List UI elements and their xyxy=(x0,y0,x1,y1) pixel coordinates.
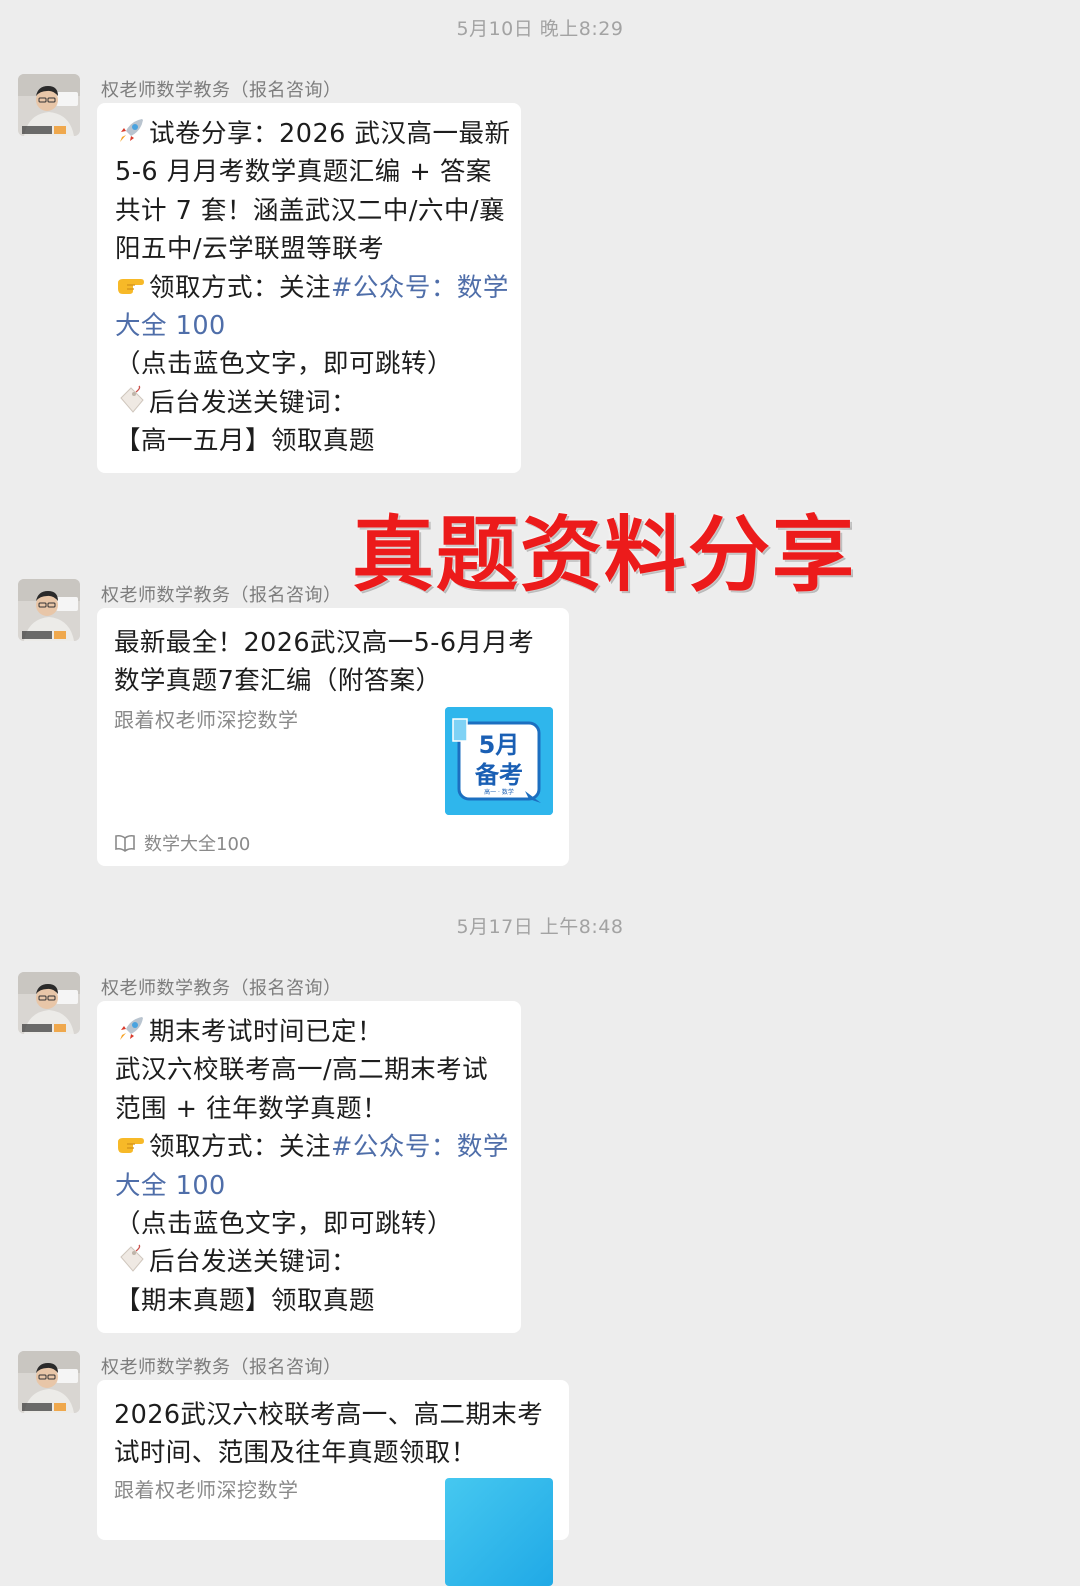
thumb-text-month: 5月 xyxy=(479,731,520,759)
pointing-hand-icon xyxy=(118,1138,144,1154)
timestamp: 5月17日 上午8:48 xyxy=(456,916,624,938)
sender-avatar[interactable] xyxy=(18,579,80,641)
official-account-link[interactable]: #公众号：数学 xyxy=(331,1132,509,1162)
sender-name: 权老师数学教务（报名咨询） xyxy=(101,978,342,999)
rocket-icon xyxy=(120,1017,143,1040)
rocket-icon xyxy=(120,119,143,142)
official-account-link[interactable]: 大全 100 xyxy=(115,1167,503,1205)
article-title: 最新最全！2026武汉高一5-6月月考 数学真题7套汇编（附答案） xyxy=(114,628,535,696)
pointing-hand-icon xyxy=(118,278,144,294)
article-thumbnail: 5月 备考 高一 · 数学 xyxy=(445,707,553,815)
official-account-link[interactable]: #公众号：数学 xyxy=(331,273,509,303)
article-card[interactable]: 最新最全！2026武汉高一5-6月月考 数学真题7套汇编（附答案） 跟着权老师深… xyxy=(97,608,569,866)
sender-avatar[interactable] xyxy=(18,1351,80,1413)
tag-icon xyxy=(120,1244,144,1273)
sender-name: 权老师数学教务（报名咨询） xyxy=(101,80,342,101)
book-icon xyxy=(115,834,135,852)
thumb-text-small: 高一 · 数学 xyxy=(484,788,514,796)
overlay-title: 真题资料分享 xyxy=(352,508,857,603)
article-source: 数学大全100 xyxy=(114,830,250,856)
tag-icon xyxy=(120,385,144,413)
text-message-bubble[interactable]: 期末考试时间已定！ 武汉六校联考高一/高二期末考试 范围 + 往年数学真题！ 领… xyxy=(97,1001,521,1333)
article-subtitle: 跟着权老师深挖数学 xyxy=(114,708,299,732)
sender-avatar[interactable] xyxy=(18,74,80,136)
sender-avatar[interactable] xyxy=(18,972,80,1034)
official-account-link[interactable]: 大全 100 xyxy=(115,307,503,345)
article-card[interactable]: 2026武汉六校联考高一、高二期末考 试时间、范围及往年真题领取！ 跟着权老师深… xyxy=(97,1380,569,1586)
message-text: 期末考试时间已定！ 武汉六校联考高一/高二期末考试 范围 + 往年数学真题！ 领… xyxy=(115,1013,508,1320)
timestamp: 5月10日 晚上8:29 xyxy=(456,18,624,40)
thumb-text-prep: 备考 xyxy=(474,761,523,789)
article-thumbnail xyxy=(445,1478,553,1586)
text-message-bubble[interactable]: 试卷分享：2026 武汉高一最新 5-6 月月考数学真题汇编 + 答案 共计 7… xyxy=(97,103,521,473)
article-subtitle: 跟着权老师深挖数学 xyxy=(114,1478,299,1502)
sender-name: 权老师数学教务（报名咨询） xyxy=(101,585,342,606)
message-text: 试卷分享：2026 武汉高一最新 5-6 月月考数学真题汇编 + 答案 共计 7… xyxy=(115,115,510,461)
sender-name: 权老师数学教务（报名咨询） xyxy=(101,1357,342,1378)
article-title: 2026武汉六校联考高一、高二期末考 试时间、范围及往年真题领取！ xyxy=(114,1400,544,1468)
